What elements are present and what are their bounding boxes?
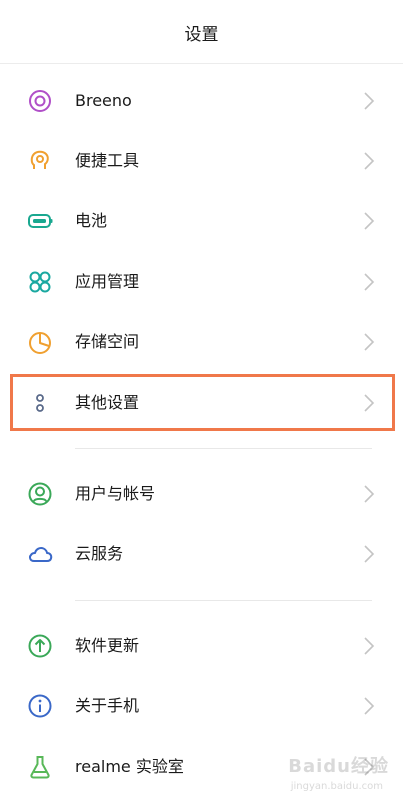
settings-item-label: 电池 [75, 211, 108, 230]
software-update-icon [26, 632, 54, 660]
other-settings-icon [26, 389, 54, 417]
settings-item-about-phone[interactable]: 关于手机 [0, 676, 403, 736]
section-divider [75, 448, 372, 449]
settings-item-label: Breeno [75, 91, 132, 110]
settings-item-other-settings[interactable]: 其他设置 [0, 373, 403, 433]
chevron-right-icon [363, 696, 375, 716]
chevron-right-icon [363, 151, 375, 171]
convenience-tools-icon [26, 147, 54, 175]
settings-item-breeno[interactable]: Breeno [0, 71, 403, 131]
user-account-icon [26, 480, 54, 508]
chevron-right-icon [363, 544, 375, 564]
cloud-service-icon [26, 540, 54, 568]
settings-item-label: 关于手机 [75, 696, 140, 715]
settings-item-label: 用户与帐号 [75, 484, 156, 503]
settings-item-label: 软件更新 [75, 636, 140, 655]
watermark-url: jingyan.baidu.com [290, 781, 383, 792]
about-phone-icon [26, 692, 54, 720]
settings-item-label: 便捷工具 [75, 151, 140, 170]
header-bar: 设置 [0, 0, 403, 64]
page-title: 设置 [184, 25, 219, 45]
chevron-right-icon [363, 211, 375, 231]
realme-lab-icon [26, 753, 54, 781]
settings-item-battery[interactable]: 电池 [0, 191, 403, 251]
settings-item-user-account[interactable]: 用户与帐号 [0, 464, 403, 524]
chevron-right-icon [363, 393, 375, 413]
chevron-right-icon [363, 91, 375, 111]
storage-icon [26, 328, 54, 356]
chevron-right-icon [363, 484, 375, 504]
settings-item-storage[interactable]: 存储空间 [0, 312, 403, 372]
settings-item-app-management[interactable]: 应用管理 [0, 252, 403, 312]
settings-item-label: 其他设置 [75, 393, 140, 412]
chevron-right-icon [363, 636, 375, 656]
chevron-right-icon [363, 332, 375, 352]
settings-item-label: 存储空间 [75, 332, 140, 351]
settings-item-label: 应用管理 [75, 272, 140, 291]
chevron-right-icon [363, 272, 375, 292]
settings-item-cloud-service[interactable]: 云服务 [0, 524, 403, 584]
settings-item-software-update[interactable]: 软件更新 [0, 616, 403, 676]
battery-icon [26, 207, 54, 235]
settings-item-label: realme 实验室 [75, 757, 184, 776]
breeno-icon [26, 87, 54, 115]
watermark-logo: Baidu经验 [288, 756, 389, 777]
section-divider [75, 600, 372, 601]
app-management-icon [26, 268, 54, 296]
settings-item-convenience-tools[interactable]: 便捷工具 [0, 131, 403, 191]
settings-item-label: 云服务 [75, 544, 124, 563]
